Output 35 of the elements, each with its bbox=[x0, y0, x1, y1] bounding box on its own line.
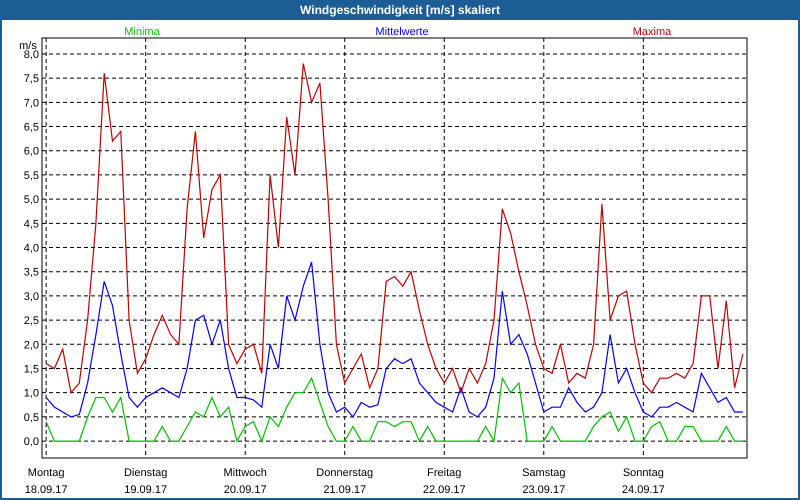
legend-label: Minima bbox=[124, 26, 160, 38]
window-title: Windgeschwindigkeit [m/s] skaliert bbox=[300, 2, 500, 19]
y-tick-label: 5,5 bbox=[24, 170, 39, 182]
x-tick-label: Donnerstag bbox=[316, 467, 374, 479]
date-label: 19.09.17 bbox=[124, 484, 168, 496]
date-label: 23.09.17 bbox=[522, 484, 566, 496]
date-label: 22.09.17 bbox=[422, 484, 466, 496]
y-tick-label: 1,5 bbox=[24, 363, 39, 376]
x-tick-label: Sonntag bbox=[622, 467, 664, 479]
y-tick-label: 3,5 bbox=[24, 266, 39, 279]
x-tick-label: Dienstag bbox=[124, 467, 168, 479]
y-tick-label: 2,5 bbox=[24, 315, 39, 328]
y-tick-label: 0,5 bbox=[24, 412, 39, 424]
y-tick-label: 6,0 bbox=[24, 146, 39, 158]
legend-label: Mittelwerte bbox=[375, 26, 429, 38]
y-tick-label: 5,0 bbox=[24, 194, 39, 206]
x-tick-label: Samstag bbox=[522, 467, 566, 479]
y-tick-label: 1,0 bbox=[24, 388, 39, 400]
y-tick-label: 6,5 bbox=[24, 122, 39, 134]
date-label: 18.09.17 bbox=[24, 484, 68, 496]
y-tick-label: 0,0 bbox=[24, 436, 39, 448]
date-label: 21.09.17 bbox=[323, 484, 366, 496]
y-tick-label: 4,5 bbox=[24, 218, 39, 230]
x-tick-label: Mittwoch bbox=[224, 467, 267, 479]
y-tick-label: 4,0 bbox=[24, 242, 39, 255]
date-label: 20.09.17 bbox=[224, 484, 267, 496]
x-tick-label: Freitag bbox=[427, 467, 462, 479]
y-tick-label: 3,0 bbox=[24, 290, 39, 303]
date-label: 24.09.17 bbox=[622, 484, 665, 496]
y-tick-label: 7,5 bbox=[24, 73, 39, 86]
x-tick-label: Montag bbox=[28, 467, 64, 479]
legend-label: Maxima bbox=[632, 26, 672, 38]
y-tick-label: 2,0 bbox=[24, 339, 39, 352]
y-tick-label: 7,0 bbox=[24, 97, 39, 110]
y-tick-label: 8,0 bbox=[24, 48, 39, 61]
